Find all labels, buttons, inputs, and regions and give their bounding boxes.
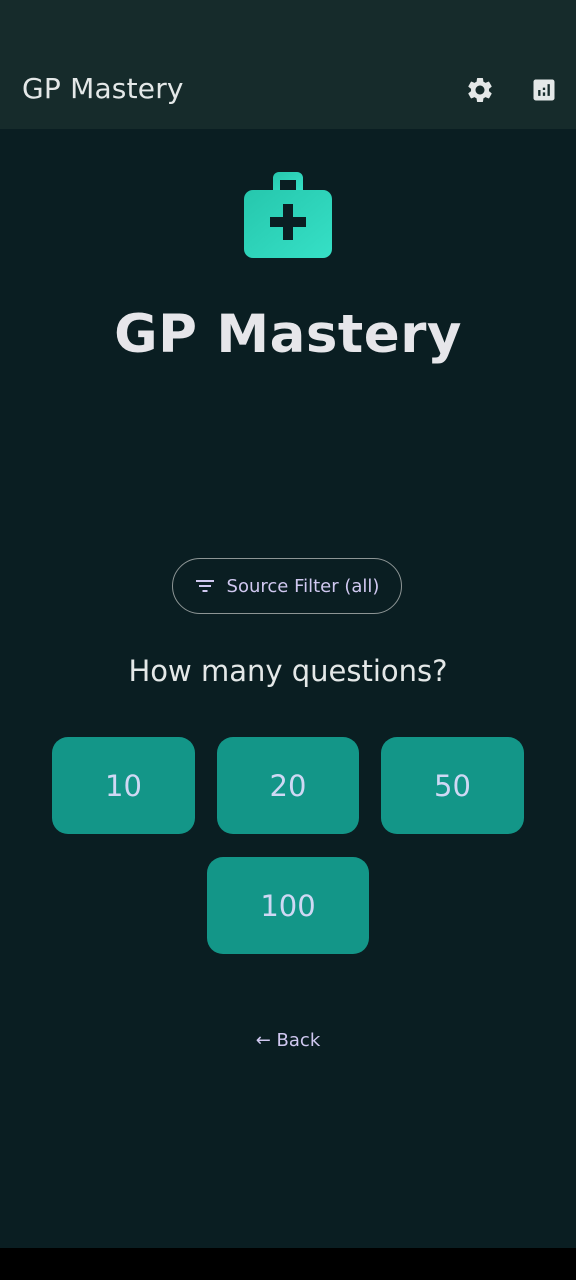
back-button[interactable]: ← Back (0, 1030, 576, 1051)
settings-button[interactable] (460, 70, 500, 110)
question-count-heading: How many questions? (128, 654, 448, 688)
count-10-button[interactable]: 10 (52, 737, 195, 834)
filter-icon (195, 580, 214, 592)
medical-bag-icon (242, 168, 334, 260)
app-bar: GP Mastery (0, 52, 576, 129)
hero-title: GP Mastery (114, 304, 462, 365)
count-100-button[interactable]: 100 (207, 857, 369, 954)
count-20-button[interactable]: 20 (217, 737, 359, 834)
gear-icon (468, 78, 492, 102)
app-bar-title: GP Mastery (22, 72, 184, 105)
source-filter-button[interactable]: Source Filter (all) (172, 558, 402, 614)
stats-button[interactable] (524, 70, 564, 110)
count-50-button[interactable]: 50 (381, 737, 524, 834)
navigation-bar (0, 1248, 576, 1280)
bar-chart-icon (533, 79, 555, 101)
status-bar (0, 0, 576, 52)
screen: GP Mastery GP Mastery Source Filter (all… (0, 0, 576, 1248)
source-filter-label: Source Filter (all) (226, 575, 380, 597)
